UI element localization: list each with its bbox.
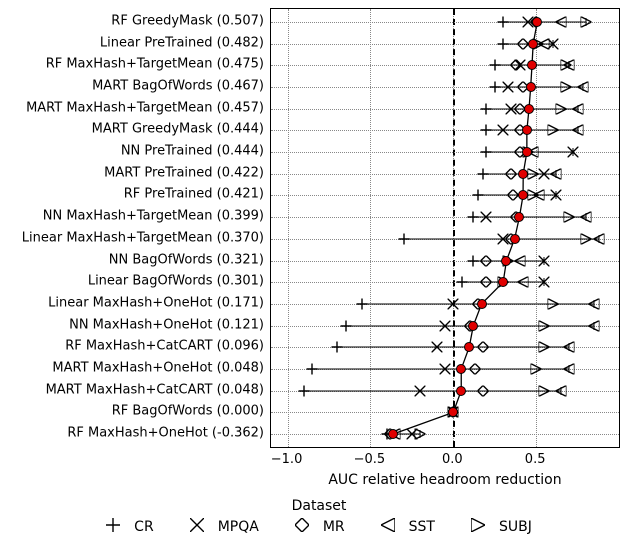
y-tick-label: MART GreedyMask (0.444) xyxy=(92,122,264,137)
y-tick-label: Linear MaxHash+OneHot (0.171) xyxy=(48,295,264,310)
legend-label: MR xyxy=(323,519,345,535)
mean-marker xyxy=(524,104,534,114)
mean-marker xyxy=(448,407,458,417)
legend-item: SST xyxy=(381,518,435,536)
y-tick-label: RF PreTrained (0.421) xyxy=(124,187,264,202)
legend-item: MPQA xyxy=(190,518,259,536)
mean-marker xyxy=(456,364,466,374)
mean-marker xyxy=(514,212,524,222)
y-tick-label: NN MaxHash+TargetMean (0.399) xyxy=(43,209,264,224)
y-tick-label: NN PreTrained (0.444) xyxy=(121,144,264,159)
mean-marker xyxy=(522,125,532,135)
plus-icon xyxy=(106,518,124,536)
mean-marker xyxy=(527,60,537,70)
y-tick-label: MART MaxHash+TargetMean (0.457) xyxy=(26,100,264,115)
mean-marker xyxy=(510,234,520,244)
x-tick-label: 0.0 xyxy=(442,452,463,467)
legend-item: CR xyxy=(106,518,154,536)
mean-marker xyxy=(501,256,511,266)
y-tick-label: MART MaxHash+OneHot (0.048) xyxy=(52,360,264,375)
y-tick-label: RF GreedyMask (0.507) xyxy=(111,14,264,29)
legend-label: CR xyxy=(134,519,154,535)
y-tick-label: RF MaxHash+TargetMean (0.475) xyxy=(46,57,264,72)
x-axis-label: AUC relative headroom reduction xyxy=(270,472,620,488)
y-tick-label: Linear MaxHash+TargetMean (0.370) xyxy=(22,230,264,245)
legend: Dataset CR MPQA MR SST SUBJ xyxy=(0,498,638,536)
tri-left-icon xyxy=(381,518,399,536)
mean-marker xyxy=(522,147,532,157)
diamond-icon xyxy=(295,518,313,536)
legend-item: SUBJ xyxy=(471,518,532,536)
mean-marker xyxy=(518,190,528,200)
legend-title: Dataset xyxy=(0,498,638,514)
x-icon xyxy=(190,518,208,536)
legend-label: SUBJ xyxy=(499,519,532,535)
y-tick-label: MART PreTrained (0.422) xyxy=(104,165,264,180)
y-tick-label: RF BagOfWords (0.000) xyxy=(112,404,264,419)
y-tick-label: RF MaxHash+CatCART (0.096) xyxy=(65,339,264,354)
x-tick-label: −1.0 xyxy=(271,452,303,467)
mean-marker xyxy=(532,17,542,27)
y-tick-label: NN MaxHash+OneHot (0.121) xyxy=(69,317,264,332)
legend-label: SST xyxy=(409,519,435,535)
legend-item: MR xyxy=(295,518,345,536)
mean-marker xyxy=(477,299,487,309)
mean-marker xyxy=(526,82,536,92)
y-tick-label: RF MaxHash+OneHot (-0.362) xyxy=(67,425,264,440)
x-tick-label: 0.5 xyxy=(525,452,546,467)
y-tick-label: MART MaxHash+CatCART (0.048) xyxy=(46,382,264,397)
x-tick-label: −0.5 xyxy=(354,452,386,467)
mean-marker xyxy=(518,169,528,179)
y-tick-label: NN BagOfWords (0.321) xyxy=(109,252,264,267)
y-tick-label: Linear PreTrained (0.482) xyxy=(100,35,264,50)
y-tick-label: Linear BagOfWords (0.301) xyxy=(88,274,264,289)
chart-figure: AUC relative headroom reduction Dataset … xyxy=(0,0,638,558)
mean-marker xyxy=(464,342,474,352)
mean-marker xyxy=(388,429,398,439)
mean-marker xyxy=(528,39,538,49)
y-tick-label: MART BagOfWords (0.467) xyxy=(92,79,264,94)
plot-area xyxy=(270,8,620,448)
mean-marker xyxy=(468,321,478,331)
legend-label: MPQA xyxy=(218,519,259,535)
tri-right-icon xyxy=(471,518,489,536)
mean-marker xyxy=(498,277,508,287)
mean-marker xyxy=(456,386,466,396)
